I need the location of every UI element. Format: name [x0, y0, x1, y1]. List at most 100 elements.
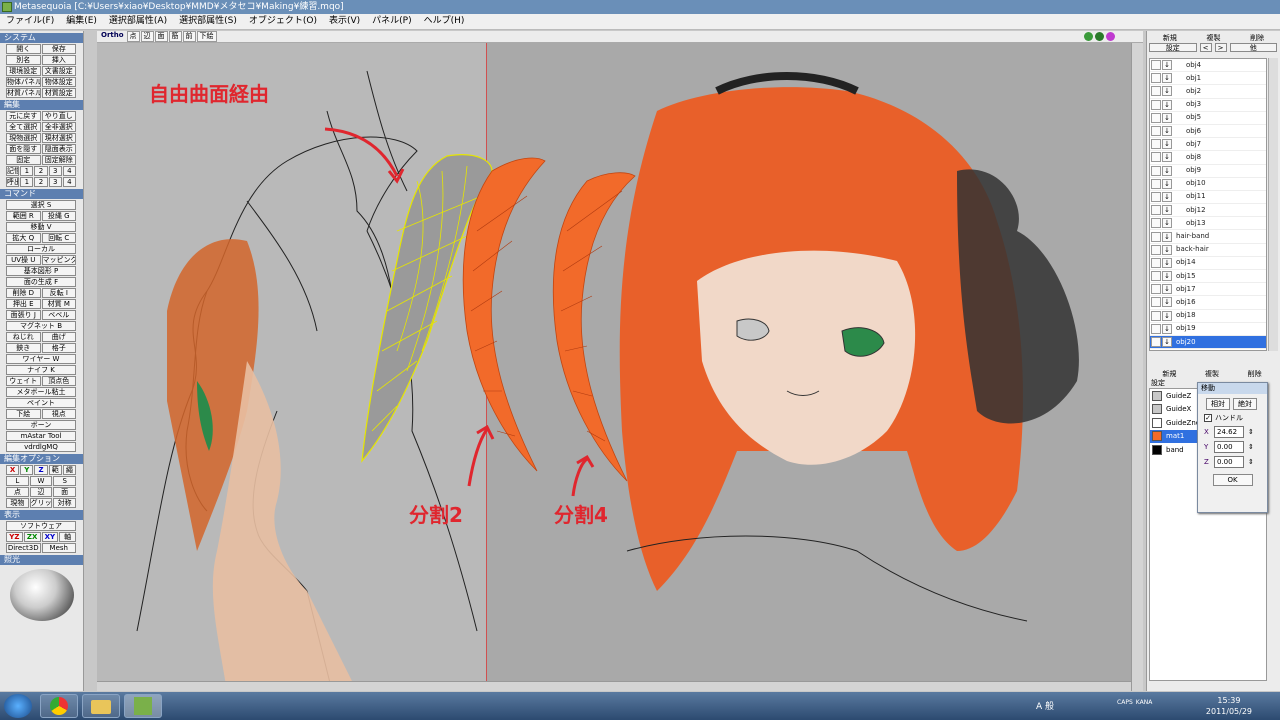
lock-toggle-icon[interactable]: ↓ — [1162, 310, 1172, 321]
object-row[interactable]: ↓ obj14 — [1150, 257, 1266, 270]
object-list-scrollbar[interactable] — [1268, 58, 1278, 351]
object-row[interactable]: ↓ obj18 — [1150, 310, 1266, 323]
visibility-toggle-icon[interactable] — [1151, 152, 1161, 163]
system-button[interactable]: 挿入 — [41, 55, 76, 65]
edit-button[interactable]: 現物選択 — [6, 133, 41, 143]
edit-button[interactable]: 4 — [62, 166, 77, 176]
command-button[interactable]: 選択 S — [6, 200, 76, 210]
object-row[interactable]: ↓ obj4 — [1150, 59, 1266, 73]
visibility-toggle-icon[interactable] — [1151, 73, 1161, 84]
lock-toggle-icon[interactable]: ↓ — [1162, 112, 1172, 123]
lock-toggle-icon[interactable]: ↓ — [1162, 152, 1172, 163]
object-row[interactable]: ↓ obj17 — [1150, 283, 1266, 297]
edit-button[interactable]: 現材選択 — [41, 133, 76, 143]
system-button[interactable]: 環境設定 — [6, 66, 41, 76]
object-row[interactable]: ↓ obj19 — [1150, 323, 1266, 336]
visibility-toggle-icon[interactable] — [1151, 60, 1161, 71]
menu-object[interactable]: オブジェクト(O) — [249, 14, 317, 29]
handle-checkbox[interactable]: ✓ — [1204, 414, 1212, 422]
edit-option-button[interactable]: W — [29, 476, 53, 486]
command-button[interactable]: ペイント — [6, 398, 76, 408]
x-value-input[interactable]: 24.62 — [1214, 426, 1244, 438]
visibility-toggle-icon[interactable] — [1151, 337, 1161, 348]
y-spinner[interactable]: ⇕ — [1248, 443, 1254, 451]
command-button[interactable]: 下絵 — [6, 409, 41, 419]
edit-button[interactable]: 全て選択 — [6, 122, 41, 132]
object-row[interactable]: ↓ obj12 — [1150, 204, 1266, 218]
ok-button[interactable]: OK — [1212, 474, 1253, 486]
edit-option-button[interactable]: S — [53, 476, 77, 486]
lock-toggle-icon[interactable]: ↓ — [1162, 323, 1172, 334]
start-button[interactable] — [4, 694, 32, 718]
command-button[interactable]: 反転 I — [41, 288, 76, 298]
viewport-hscroll[interactable] — [97, 681, 1131, 691]
visibility-toggle-icon[interactable] — [1151, 257, 1161, 268]
command-button[interactable]: ねじれ — [6, 332, 41, 342]
taskbar-chrome[interactable] — [40, 694, 78, 718]
command-button[interactable]: ウェイト — [6, 376, 41, 386]
x-spinner[interactable]: ⇕ — [1248, 428, 1254, 436]
object-move-up-button[interactable]: < — [1199, 43, 1212, 52]
lock-toggle-icon[interactable]: ↓ — [1162, 257, 1172, 268]
z-value-input[interactable]: 0.00 — [1214, 456, 1244, 468]
object-row[interactable]: ↓ obj20 — [1150, 335, 1266, 350]
object-row[interactable]: ↓ obj5 — [1150, 112, 1266, 125]
zoom-icon[interactable] — [1084, 32, 1093, 41]
object-row[interactable]: ↓ obj1 — [1150, 72, 1266, 86]
system-button[interactable]: 保存 — [41, 44, 76, 54]
edit-button[interactable]: 呼出 — [6, 177, 20, 187]
z-spinner[interactable]: ⇕ — [1248, 458, 1254, 466]
menu-panel[interactable]: パネル(P) — [372, 14, 411, 29]
object-move-down-button[interactable]: > — [1214, 43, 1227, 52]
command-button[interactable]: 面張り J — [6, 310, 41, 320]
command-button[interactable]: 基本図形 P — [6, 266, 76, 276]
object-row[interactable]: ↓ obj11 — [1150, 191, 1266, 205]
visibility-toggle-icon[interactable] — [1151, 178, 1161, 189]
lock-toggle-icon[interactable]: ↓ — [1162, 231, 1172, 242]
edit-button[interactable]: 3 — [48, 177, 62, 187]
visibility-toggle-icon[interactable] — [1151, 284, 1161, 295]
command-button[interactable]: ボーン — [6, 420, 76, 430]
object-row[interactable]: ↓ back-hair — [1150, 244, 1266, 257]
command-button[interactable]: mAstar Tool — [6, 431, 76, 441]
command-button[interactable]: ローカル — [6, 244, 76, 254]
visibility-toggle-icon[interactable] — [1151, 323, 1161, 334]
viewport-vscroll[interactable] — [1131, 43, 1143, 691]
edit-button[interactable]: 2 — [34, 166, 48, 176]
ortho-toggle[interactable]: Ortho — [99, 31, 126, 42]
lock-toggle-icon[interactable]: ↓ — [1162, 73, 1172, 84]
edit-button[interactable]: 固定 — [6, 155, 41, 165]
display-button[interactable]: ZX — [23, 532, 41, 542]
visibility-toggle-icon[interactable] — [1151, 271, 1161, 282]
object-delete-button[interactable]: 削除 — [1236, 34, 1278, 43]
lock-toggle-icon[interactable]: ↓ — [1162, 86, 1172, 97]
lock-toggle-icon[interactable]: ↓ — [1162, 126, 1172, 137]
visibility-toggle-icon[interactable] — [1151, 165, 1161, 176]
edit-option-button[interactable]: グリッド — [29, 498, 53, 508]
visibility-toggle-icon[interactable] — [1151, 112, 1161, 123]
object-row[interactable]: ↓ obj8 — [1150, 151, 1266, 165]
command-button[interactable]: 範囲 R — [6, 211, 41, 221]
system-button[interactable]: 文書設定 — [41, 66, 76, 76]
object-row[interactable]: ↓ obj6 — [1150, 125, 1266, 139]
visibility-toggle-icon[interactable] — [1151, 218, 1161, 229]
edit-button[interactable]: やり直し — [41, 111, 76, 121]
command-button[interactable]: 拡大 Q — [6, 233, 41, 243]
view-line-button[interactable]: 筋 — [168, 31, 182, 42]
edit-button[interactable]: 2 — [34, 177, 48, 187]
viewport[interactable]: Ortho 点 辺 面 筋 前 下絵 自由曲面経由 分割2 分割4 — [97, 31, 1143, 691]
y-value-input[interactable]: 0.00 — [1214, 441, 1244, 453]
object-row[interactable]: ↓ obj9 — [1150, 165, 1266, 178]
display-button[interactable]: YZ — [6, 532, 23, 542]
view-edge-button[interactable]: 辺 — [140, 31, 154, 42]
visibility-toggle-icon[interactable] — [1151, 231, 1161, 242]
material-delete-button[interactable]: 削除 — [1234, 370, 1275, 379]
object-row[interactable]: ↓ obj16 — [1150, 296, 1266, 310]
display-button[interactable]: ソフトウェア — [6, 521, 76, 531]
command-button[interactable]: 削除 D — [6, 288, 41, 298]
edit-button[interactable]: 1 — [20, 166, 34, 176]
object-row[interactable]: ↓ obj2 — [1150, 85, 1266, 99]
visibility-toggle-icon[interactable] — [1151, 126, 1161, 137]
visibility-toggle-icon[interactable] — [1151, 205, 1161, 216]
edit-option-button[interactable]: Y — [20, 465, 34, 475]
